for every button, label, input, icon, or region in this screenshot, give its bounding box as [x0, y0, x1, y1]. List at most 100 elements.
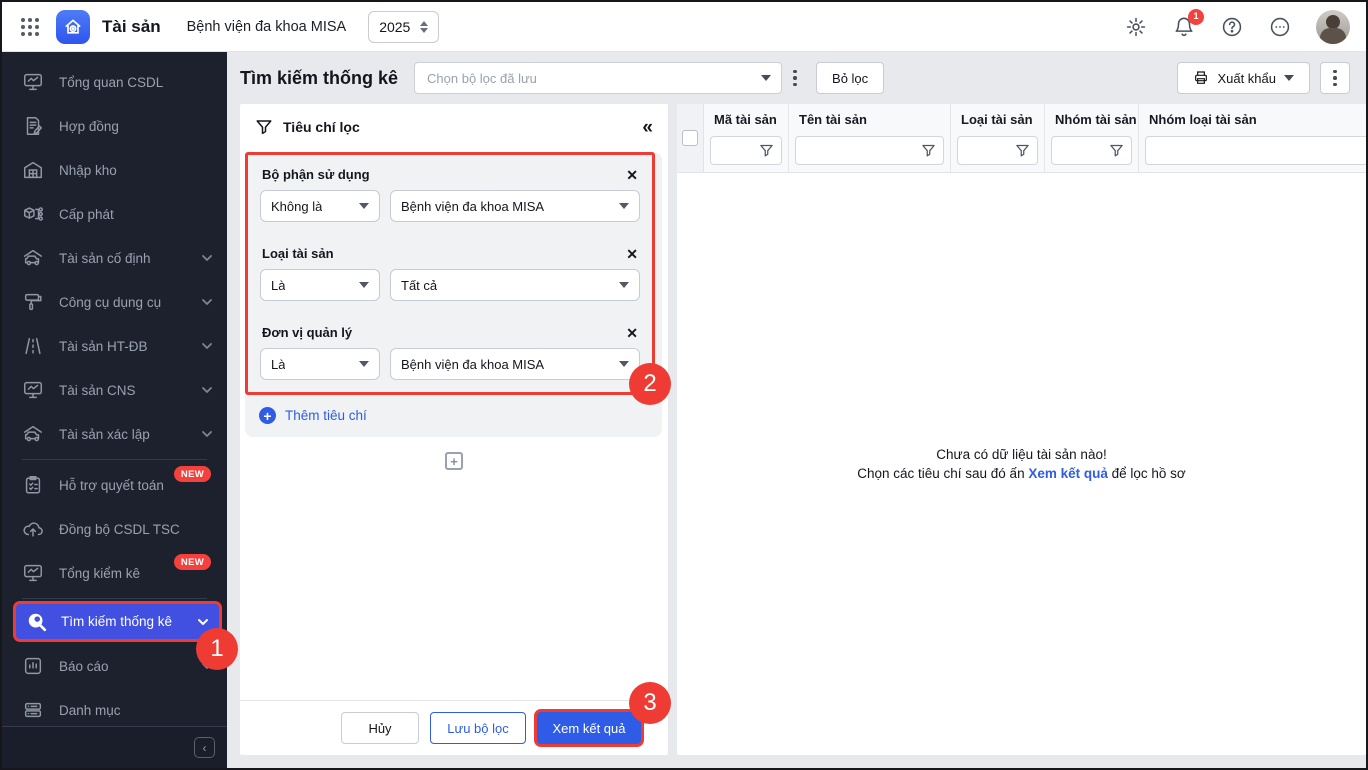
- user-avatar[interactable]: [1316, 9, 1350, 44]
- monitor-chart-icon: [24, 381, 42, 399]
- value-select[interactable]: Bệnh viện đa khoa MISA: [390, 348, 640, 380]
- sidebar-item-bao-cao[interactable]: Báo cáo: [2, 644, 227, 688]
- page-header: Tìm kiếm thống kê Bỏ lọc Xuất khẩu: [227, 52, 1366, 104]
- column-nhom-tai-san: Nhóm tài sản: [1045, 104, 1139, 172]
- clipboard-checklist-icon: [25, 476, 41, 494]
- plus-circle-icon: +: [259, 407, 276, 424]
- sidebar-item-hop-dong[interactable]: Hợp đồng: [2, 104, 227, 148]
- chevron-down-icon: [202, 299, 212, 305]
- panel-collapse-icon[interactable]: «: [642, 118, 653, 137]
- printer-icon: [1195, 71, 1208, 84]
- clear-filter-button[interactable]: Bỏ lọc: [816, 62, 885, 94]
- filter-panel-header: Tiêu chí lọc «: [240, 104, 668, 150]
- view-results-link[interactable]: Xem kết quả: [1028, 466, 1108, 481]
- select-all-checkbox[interactable]: [682, 130, 698, 146]
- operator-select[interactable]: Không là: [260, 190, 380, 222]
- chevron-down-icon: [202, 431, 212, 437]
- column-filter[interactable]: [1051, 136, 1132, 165]
- column-filter[interactable]: [1145, 136, 1366, 165]
- sidebar-collapse-icon[interactable]: ‹: [194, 737, 215, 758]
- saved-filter-input[interactable]: [425, 69, 762, 87]
- export-button[interactable]: Xuất khẩu: [1177, 62, 1310, 94]
- settings-gear-icon[interactable]: [1124, 15, 1148, 39]
- inventory-monitor-icon: [24, 564, 42, 582]
- sidebar-footer: ‹: [2, 726, 227, 768]
- funnel-icon[interactable]: [759, 143, 774, 158]
- empty-state-line1: Chưa có dữ liệu tài sản nào!: [936, 447, 1107, 462]
- column-filter[interactable]: [795, 136, 944, 165]
- header-actions: Xuất khẩu: [1177, 62, 1350, 94]
- help-icon[interactable]: [1220, 15, 1244, 39]
- sidebar-item-tong-kiem-ke[interactable]: Tổng kiểm kê NEW: [2, 551, 227, 595]
- annotation-box-criteria: Bộ phận sử dụng ✕ Không là Bệnh viện đa …: [245, 152, 655, 395]
- table-more-options-icon[interactable]: [1320, 62, 1350, 94]
- sidebar-item-tim-kiem-thong-ke[interactable]: Tìm kiếm thống kê: [16, 604, 219, 639]
- chevron-down-icon: [202, 343, 212, 349]
- year-value: 2025: [379, 18, 411, 35]
- chevron-down-icon: [198, 618, 208, 625]
- annotation-step-2: 2: [629, 363, 671, 405]
- filter-panel-footer: Hủy Lưu bộ lọc Xem kết quả: [240, 700, 668, 755]
- add-criteria-group-icon[interactable]: +: [445, 452, 463, 470]
- funnel-icon[interactable]: [1015, 143, 1030, 158]
- asset-app-logo-icon[interactable]: [56, 9, 90, 44]
- add-criteria-link[interactable]: + Thêm tiêu chí: [245, 395, 662, 437]
- column-loai-tai-san: Loại tài sản: [951, 104, 1045, 172]
- sidebar-item-cong-cu-dung-cu[interactable]: Công cụ dụng cụ: [2, 280, 227, 324]
- value-select[interactable]: Bệnh viện đa khoa MISA: [390, 190, 640, 222]
- saved-filter-dropdown[interactable]: [414, 62, 783, 94]
- chevron-down-icon: [359, 282, 369, 288]
- year-selector[interactable]: 2025: [368, 10, 440, 43]
- view-results-button[interactable]: Xem kết quả: [537, 712, 641, 744]
- sidebar-item-tai-san-ht-db[interactable]: Tài sản HT-ĐB: [2, 324, 227, 368]
- value-select[interactable]: Tất cả: [390, 269, 640, 301]
- sidebar-item-dong-bo-csdl-tsc[interactable]: Đồng bộ CSDL TSC: [2, 507, 227, 551]
- operator-select[interactable]: Là: [260, 348, 380, 380]
- column-filter[interactable]: [957, 136, 1038, 165]
- column-filter[interactable]: [710, 136, 782, 165]
- sidebar: Tổng quan CSDL Hợp đồng Nhập kho Cấp phá…: [2, 52, 227, 768]
- new-badge: NEW: [173, 466, 211, 482]
- allocation-icon: [24, 207, 43, 221]
- contract-icon: [26, 117, 42, 135]
- criterion-bo-phan-su-dung: Bộ phận sử dụng ✕ Không là Bệnh viện đa …: [248, 155, 652, 234]
- notifications-bell-icon[interactable]: 1: [1172, 8, 1204, 39]
- sidebar-divider: [22, 459, 207, 460]
- chevron-down-icon: [202, 387, 212, 393]
- chevron-down-icon: [619, 282, 629, 288]
- filter-more-options-icon[interactable]: [782, 62, 808, 94]
- more-options-icon[interactable]: [1268, 15, 1292, 39]
- save-filter-button[interactable]: Lưu bộ lọc: [430, 712, 526, 744]
- sidebar-item-tai-san-co-dinh[interactable]: Tài sản cố định: [2, 236, 227, 280]
- chevron-down-icon: [1284, 75, 1294, 81]
- established-asset-icon: [24, 425, 42, 442]
- sidebar-item-tai-san-cns[interactable]: Tài sản CNS: [2, 368, 227, 412]
- warehouse-icon: [24, 161, 42, 179]
- sidebar-item-tong-quan-csdl[interactable]: Tổng quan CSDL: [2, 60, 227, 104]
- sidebar-item-nhap-kho[interactable]: Nhập kho: [2, 148, 227, 192]
- fixed-asset-icon: [24, 249, 42, 266]
- organization-name[interactable]: Bệnh viện đa khoa MISA: [187, 19, 347, 35]
- year-stepper-icon[interactable]: [420, 20, 429, 33]
- remove-criterion-icon[interactable]: ✕: [626, 326, 638, 340]
- sidebar-item-ho-tro-quyet-toan[interactable]: Hỗ trợ quyết toán NEW: [2, 463, 227, 507]
- annotation-step-3: 3: [629, 682, 671, 724]
- remove-criterion-icon[interactable]: ✕: [626, 168, 638, 182]
- app-title: Tài sản: [102, 16, 161, 36]
- app-window: Tài sản Bệnh viện đa khoa MISA 2025 1 Tổ…: [0, 0, 1368, 770]
- cancel-button[interactable]: Hủy: [341, 712, 419, 744]
- app-grid-icon[interactable]: [18, 15, 42, 39]
- criterion-label: Loại tài sản: [262, 246, 334, 261]
- sidebar-item-cap-phat[interactable]: Cấp phát: [2, 192, 227, 236]
- select-all-cell: [677, 104, 704, 172]
- sidebar-item-danh-muc[interactable]: Danh mục: [2, 688, 227, 726]
- chevron-down-icon: [359, 203, 369, 209]
- chevron-down-icon: [619, 361, 629, 367]
- funnel-icon[interactable]: [1109, 143, 1124, 158]
- remove-criterion-icon[interactable]: ✕: [626, 247, 638, 261]
- sidebar-nav: Tổng quan CSDL Hợp đồng Nhập kho Cấp phá…: [2, 52, 227, 726]
- funnel-icon[interactable]: [921, 143, 936, 158]
- criterion-loai-tai-san: Loại tài sản ✕ Là Tất cả: [248, 234, 652, 313]
- operator-select[interactable]: Là: [260, 269, 380, 301]
- sidebar-item-tai-san-xac-lap[interactable]: Tài sản xác lập: [2, 412, 227, 456]
